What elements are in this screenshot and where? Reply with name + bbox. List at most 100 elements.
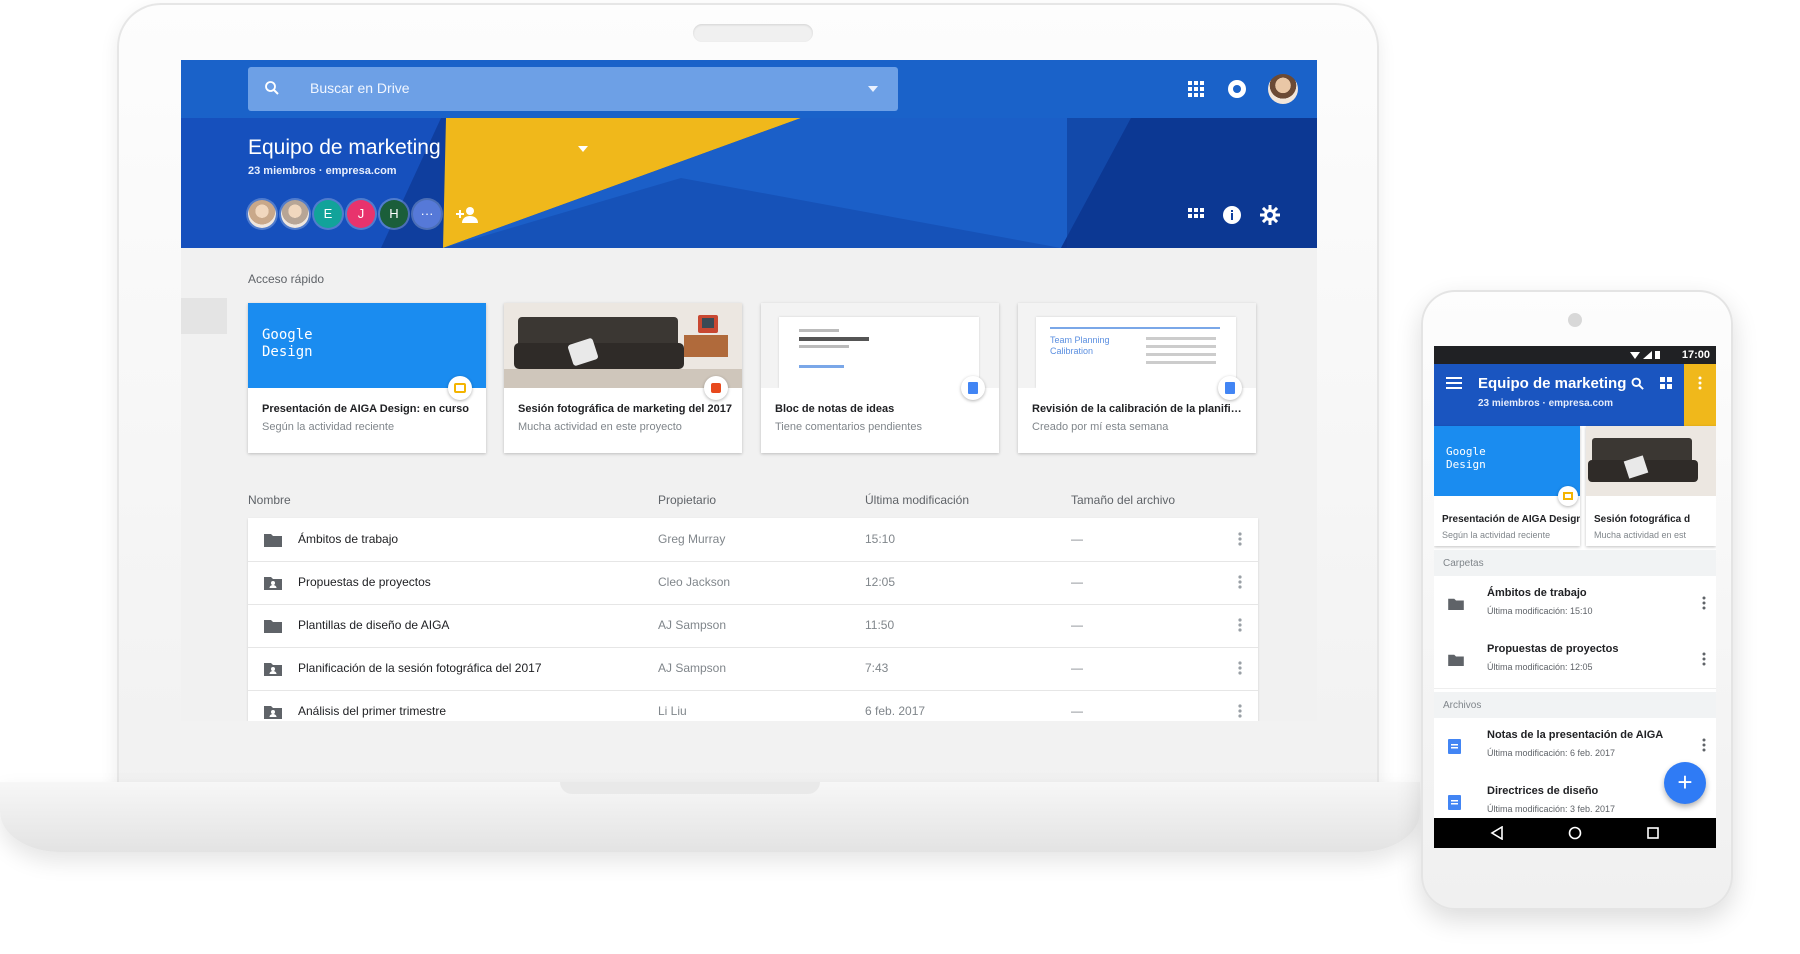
folder-icon — [1448, 654, 1464, 666]
phone-clock: 17:00 — [1681, 349, 1710, 361]
shared-folder-icon — [264, 706, 282, 719]
file-name: Propuestas de proyectos — [298, 575, 431, 589]
file-size: — — [1071, 532, 1083, 546]
card-subtitle: Según la actividad reciente — [1442, 530, 1551, 540]
search-options-icon[interactable] — [868, 85, 878, 93]
table-row[interactable]: Planificación de la sesión fotográfica d… — [248, 647, 1258, 691]
item-meta: Última modificación: 3 feb. 2017 — [1487, 804, 1616, 814]
member-avatar[interactable] — [281, 200, 309, 228]
column-header-name[interactable]: Nombre — [248, 493, 291, 507]
card-thumbnail: Google Design — [248, 303, 486, 388]
item-name: Ámbitos de trabajo — [1487, 587, 1587, 599]
member-avatar[interactable] — [248, 200, 276, 228]
card-thumbnail: Google Design — [1434, 426, 1580, 496]
member-avatar[interactable]: J — [347, 200, 375, 228]
folder-icon — [264, 620, 282, 633]
more-members-button[interactable]: ··· — [413, 200, 441, 228]
phone-quick-card[interactable]: Google Design Presentación de AIGA Desig… — [1434, 426, 1580, 546]
phone-quick-card[interactable]: Sesión fotográfica d Mucha actividad en … — [1586, 426, 1716, 546]
card-subtitle: Según la actividad reciente — [262, 421, 395, 433]
slides-icon — [448, 376, 472, 400]
quick-access-card[interactable]: Sesión fotográfica de marketing del 2017… — [504, 303, 742, 453]
folders-section-header: Carpetas — [1434, 550, 1716, 576]
table-row[interactable]: Propuestas de proyectos Cleo Jackson 12:… — [248, 561, 1258, 605]
file-name: Planificación de la sesión fotográfica d… — [298, 661, 542, 675]
column-header-size[interactable]: Tamaño del archivo — [1071, 493, 1175, 507]
account-avatar[interactable] — [1268, 74, 1298, 104]
more-vert-icon[interactable] — [1238, 660, 1242, 676]
file-owner: AJ Sampson — [658, 618, 727, 632]
search-icon — [265, 81, 279, 95]
docs-icon — [1218, 376, 1242, 400]
phone-banner-accent — [1684, 364, 1716, 426]
file-modified: 12:05 — [865, 575, 896, 589]
card-thumbnail — [504, 303, 742, 388]
card-subtitle: Tiene comentarios pendientes — [775, 421, 922, 433]
table-row[interactable]: Análisis del primer trimestre Li Liu 6 f… — [248, 690, 1258, 721]
settings-gear-icon[interactable] — [1259, 204, 1281, 226]
more-vert-icon[interactable] — [1238, 617, 1242, 633]
sidebar-selected-item[interactable] — [181, 298, 227, 334]
notifications-icon[interactable] — [1226, 78, 1248, 100]
recents-icon[interactable] — [1646, 826, 1660, 840]
doc-preview: Team Planning Calibration — [1036, 317, 1236, 388]
quick-access-card[interactable]: Team Planning Calibration Revisión de la… — [1018, 303, 1256, 453]
phone-more-icon[interactable] — [1698, 376, 1702, 390]
file-modified: 7:43 — [865, 661, 889, 675]
quick-access-card[interactable]: Google Design Presentación de AIGA Desig… — [248, 303, 486, 453]
doc-preview — [779, 317, 979, 388]
team-title[interactable]: Equipo de marketing — [248, 136, 441, 160]
more-vert-icon[interactable] — [1238, 574, 1242, 590]
list-item[interactable]: Propuestas de proyectos Última modificac… — [1434, 632, 1716, 689]
table-row[interactable]: Plantillas de diseño de AIGA AJ Sampson … — [248, 604, 1258, 648]
member-avatar[interactable]: H — [380, 200, 408, 228]
list-item[interactable]: Ámbitos de trabajo Última modificación: … — [1434, 576, 1716, 633]
search-bar[interactable]: Buscar en Drive — [248, 67, 898, 111]
team-menu-chevron-icon[interactable] — [578, 146, 588, 153]
apps-grid-icon[interactable] — [1187, 80, 1205, 98]
card-subtitle: Creado por mí esta semana — [1032, 421, 1169, 433]
new-item-fab[interactable]: + — [1664, 762, 1706, 804]
phone-list-view-icon[interactable] — [1660, 377, 1672, 389]
folders-label: Carpetas — [1443, 558, 1484, 569]
folder-icon — [264, 534, 282, 547]
item-name: Propuestas de proyectos — [1487, 643, 1619, 655]
phone-app-bar: Equipo de marketing 23 miembros · empres… — [1434, 364, 1716, 426]
shared-folder-icon — [264, 577, 282, 590]
drive-screen: Buscar en Drive Equipo de marketing 23 m… — [181, 60, 1317, 721]
home-icon[interactable] — [1568, 826, 1582, 840]
quick-access-card[interactable]: Bloc de notas de ideas Tiene comentarios… — [761, 303, 999, 453]
card-title: Revisión de la calibración de la planifi… — [1032, 403, 1246, 415]
item-name: Directrices de diseño — [1487, 785, 1599, 797]
grid-view-icon[interactable] — [1187, 206, 1205, 224]
file-owner: Cleo Jackson — [658, 575, 731, 589]
add-member-icon[interactable] — [456, 206, 480, 224]
info-icon[interactable] — [1221, 204, 1243, 226]
thumbnail-text: Google Design — [262, 327, 313, 360]
table-row[interactable]: Ámbitos de trabajo Greg Murray 15:10 — — [248, 518, 1258, 562]
more-vert-icon[interactable] — [1702, 596, 1706, 610]
file-name: Plantillas de diseño de AIGA — [298, 618, 450, 632]
docs-icon — [1448, 795, 1461, 810]
menu-icon[interactable] — [1446, 377, 1462, 389]
column-header-owner[interactable]: Propietario — [658, 493, 716, 507]
more-vert-icon[interactable] — [1238, 703, 1242, 719]
member-avatar[interactable]: E — [314, 200, 342, 228]
phone-search-icon[interactable] — [1630, 376, 1645, 391]
more-vert-icon[interactable] — [1702, 652, 1706, 666]
thumbnail-text: Google Design — [1446, 445, 1486, 471]
phone-nav-bar — [1434, 818, 1716, 848]
files-section-header: Archivos — [1434, 692, 1716, 718]
back-icon[interactable] — [1490, 826, 1504, 840]
more-vert-icon[interactable] — [1238, 531, 1242, 547]
file-modified: 6 feb. 2017 — [865, 704, 926, 718]
card-subtitle: Mucha actividad en este proyecto — [518, 421, 682, 433]
column-header-modified[interactable]: Última modificación — [865, 493, 969, 507]
folder-icon — [1448, 598, 1464, 610]
search-input[interactable]: Buscar en Drive — [310, 80, 410, 96]
laptop-notch — [560, 782, 820, 794]
card-thumbnail — [761, 303, 999, 388]
more-vert-icon[interactable] — [1702, 738, 1706, 752]
phone-team-title[interactable]: Equipo de marketing — [1478, 375, 1626, 392]
file-size: — — [1071, 575, 1083, 589]
